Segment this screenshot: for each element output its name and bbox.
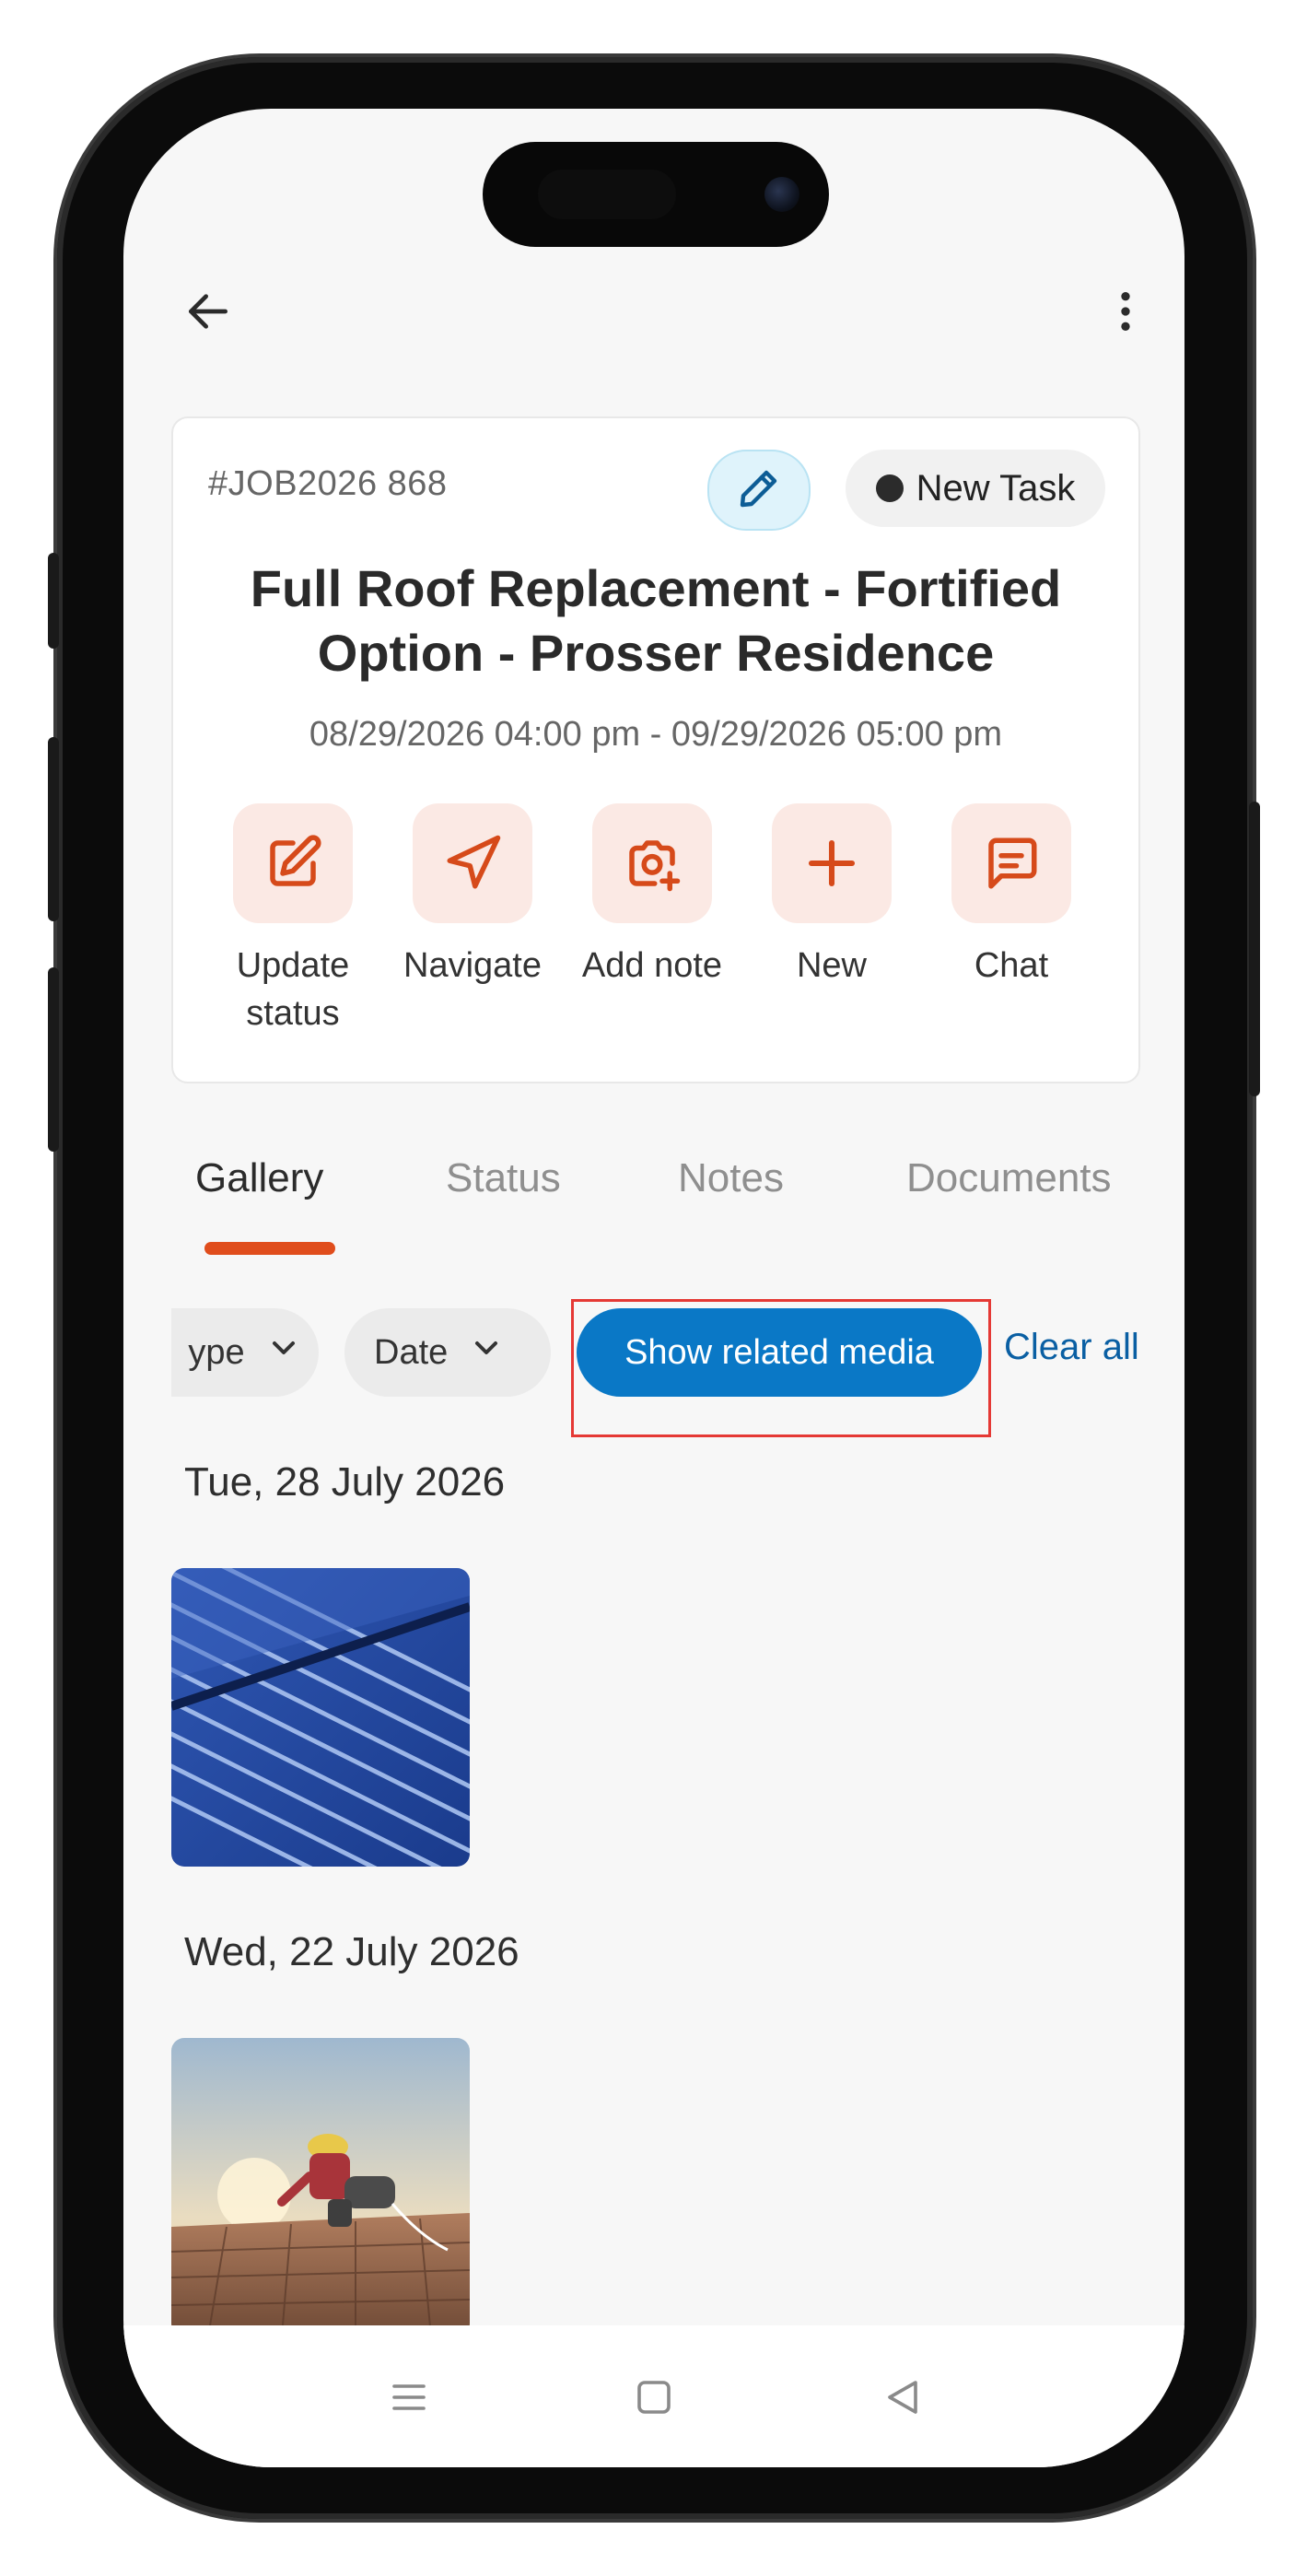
arrow-left-icon[interactable] [182, 286, 234, 337]
chat-bubble-icon [951, 803, 1071, 923]
type-filter-label: ype [188, 1332, 245, 1372]
camera-plus-icon [592, 803, 712, 923]
tab-gallery[interactable]: Gallery [195, 1155, 323, 1201]
chat-button[interactable]: Chat [928, 803, 1094, 989]
navigation-icon [413, 803, 532, 923]
gallery-photo[interactable] [171, 1568, 470, 1867]
face-id-sensor [538, 170, 676, 219]
roofer-working-image [171, 2038, 470, 2336]
system-navigation-bar [123, 2325, 1184, 2467]
action-label: Chat [974, 946, 1049, 985]
tab-documents[interactable]: Documents [906, 1155, 1112, 1201]
show-related-media-button[interactable]: Show related media [577, 1308, 982, 1397]
gallery-photo[interactable] [171, 2038, 470, 2336]
app-screen: #JOB2026 868 New Task Full Roof Replacem… [123, 109, 1184, 2467]
volume-up-button [48, 737, 59, 921]
tab-bar: Gallery Status Notes Documents [171, 1144, 1148, 1246]
chevron-down-icon [468, 1329, 505, 1376]
metal-roof-image [171, 1568, 470, 1867]
action-label: New [796, 946, 868, 985]
clear-all-link[interactable]: Clear all [1004, 1327, 1139, 1368]
plus-icon [772, 803, 892, 923]
status-dot-icon [875, 474, 904, 502]
job-date-range: 08/29/2026 04:00 pm - 09/29/2026 05:00 p… [309, 715, 1003, 754]
date-filter-chip[interactable]: Date [344, 1308, 551, 1397]
chevron-down-icon [265, 1329, 302, 1376]
action-label: Navigate [403, 946, 542, 985]
type-filter-chip[interactable]: ype [171, 1308, 319, 1397]
volume-down-button [48, 967, 59, 1152]
gallery-date-heading: Tue, 28 July 2026 [184, 1459, 506, 1505]
edit-job-button[interactable] [707, 450, 811, 531]
status-badge: New Task [846, 450, 1105, 527]
dynamic-island [483, 142, 829, 247]
update-status-button[interactable]: Update status [210, 803, 376, 1037]
recent-apps-icon[interactable] [387, 2375, 431, 2424]
power-button [1249, 802, 1260, 1096]
job-title: Full Roof Replacement - Fortified Option… [250, 559, 1062, 682]
pencil-icon [737, 466, 781, 515]
tab-notes[interactable]: Notes [678, 1155, 784, 1201]
add-note-button[interactable]: Add note [569, 803, 735, 989]
gallery-date-heading: Wed, 22 July 2026 [184, 1929, 519, 1974]
tab-status[interactable]: Status [446, 1155, 561, 1201]
date-filter-label: Date [374, 1332, 449, 1372]
silent-switch [48, 553, 59, 649]
job-summary-card: #JOB2026 868 New Task Full Roof Replacem… [171, 416, 1140, 1083]
job-id: #JOB2026 868 [208, 464, 448, 503]
navigate-button[interactable]: Navigate [390, 803, 555, 989]
action-label: Update status [236, 946, 350, 1033]
quick-actions: Update status Navigate Add note New Chat [210, 803, 1103, 1043]
back-triangle-icon[interactable] [881, 2375, 925, 2424]
action-label: Add note [581, 946, 723, 985]
home-icon[interactable] [632, 2375, 676, 2424]
more-vertical-icon[interactable] [1100, 286, 1151, 337]
edit-square-icon [233, 803, 353, 923]
active-tab-indicator [204, 1242, 335, 1255]
status-label: New Task [916, 467, 1076, 509]
front-camera [764, 177, 799, 212]
new-button[interactable]: New [749, 803, 915, 989]
